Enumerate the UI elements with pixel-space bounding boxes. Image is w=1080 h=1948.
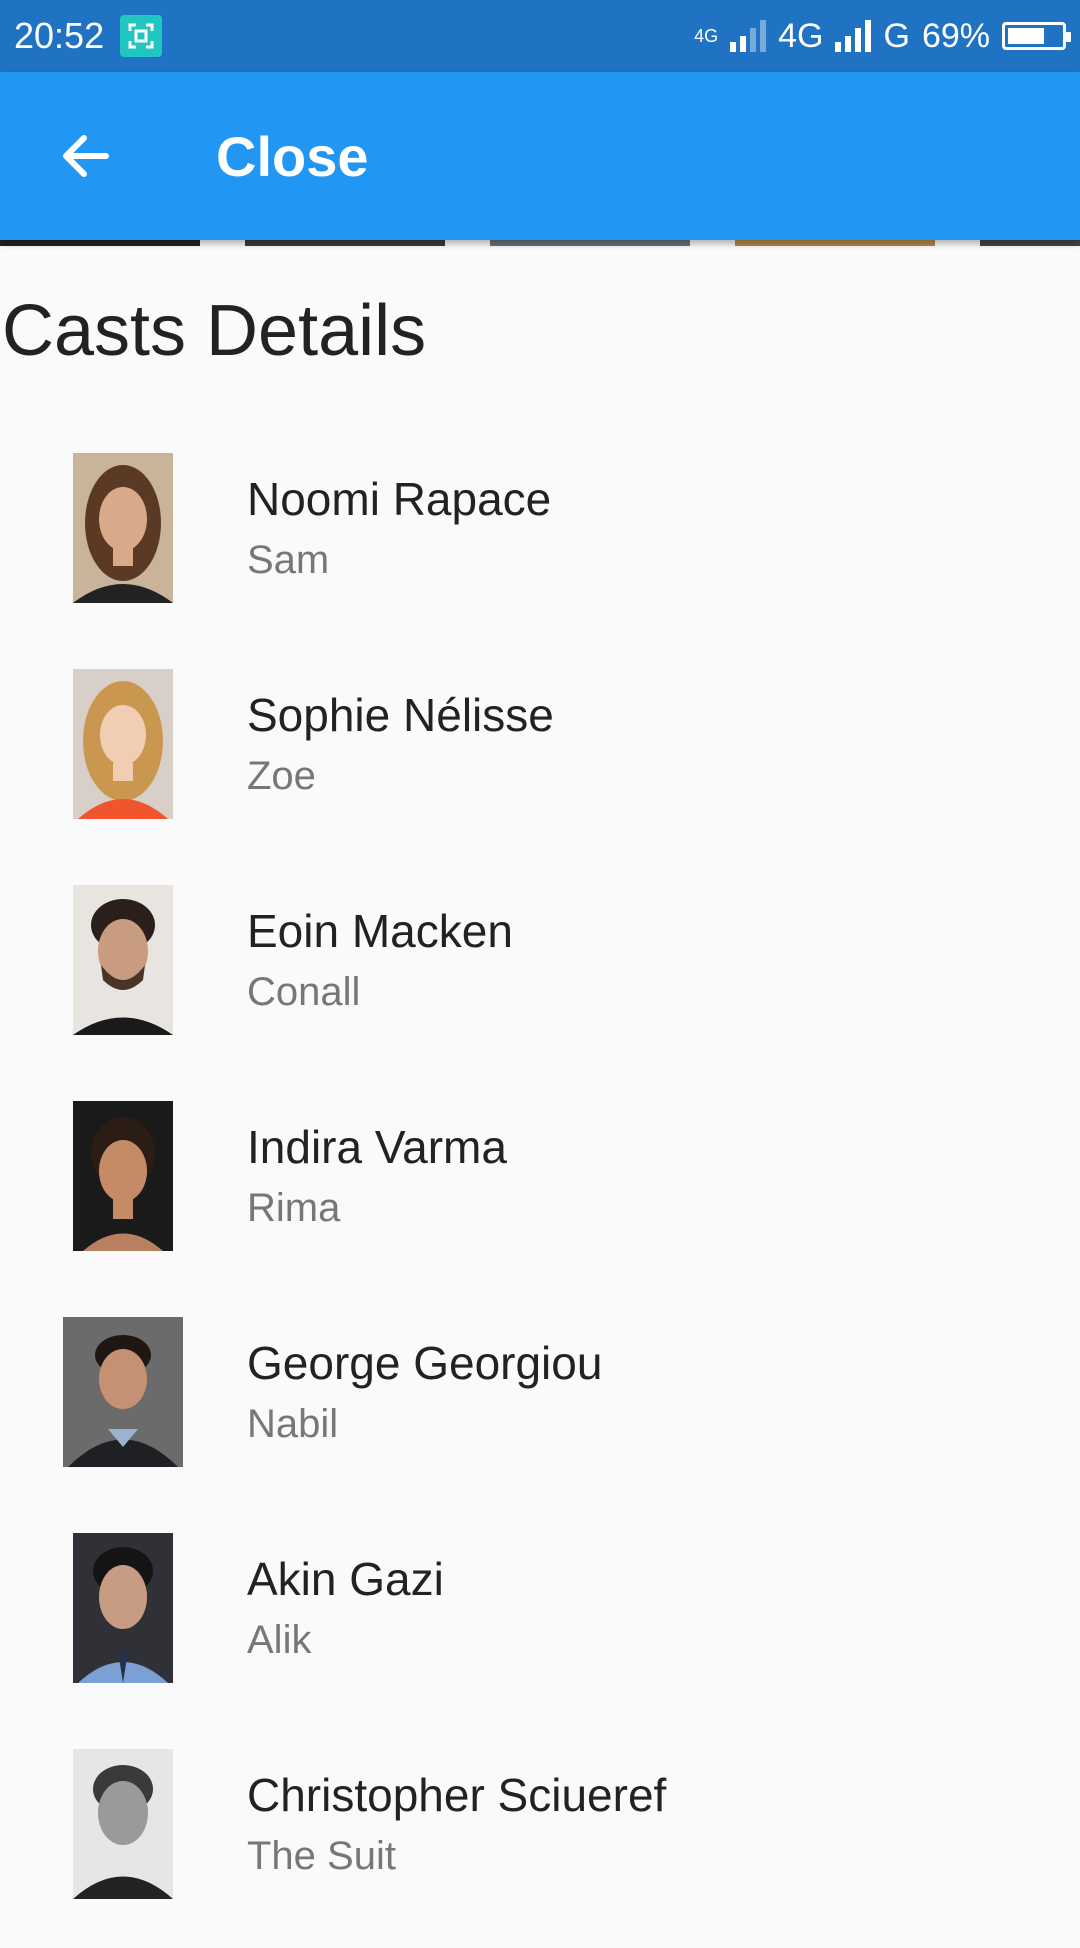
- cast-name: Christopher Sciueref: [247, 1769, 667, 1821]
- cast-name: Eoin Macken: [247, 905, 513, 957]
- cast-item[interactable]: Noomi Rapace Sam: [0, 436, 1080, 652]
- cast-character: Zoe: [247, 754, 316, 798]
- cast-name: Akin Gazi: [247, 1553, 444, 1605]
- cast-name: Noomi Rapace: [247, 473, 552, 525]
- arrow-back-icon: [63, 135, 109, 177]
- battery-percent: 69%: [921, 16, 990, 55]
- cast-photo: [73, 453, 173, 603]
- screenshot-icon: [120, 15, 163, 57]
- cast-photo: [73, 1533, 173, 1683]
- cast-photo: [73, 885, 173, 1035]
- app-bar: Close: [0, 72, 1080, 240]
- cast-item[interactable]: Indira Varma Rima: [0, 1084, 1080, 1300]
- cast-name: George Georgiou: [247, 1337, 603, 1389]
- cast-character: The Suit: [247, 1834, 396, 1878]
- section-title: Casts Details: [2, 291, 427, 371]
- signal-icon: [730, 20, 767, 52]
- cast-item[interactable]: Christopher Sciueref The Suit: [0, 1732, 1080, 1948]
- cast-photo: [73, 1101, 173, 1251]
- cast-item[interactable]: Eoin Macken Conall: [0, 868, 1080, 1084]
- back-button[interactable]: [24, 96, 144, 216]
- status-time: 20:52: [14, 15, 105, 56]
- cast-name: Indira Varma: [247, 1121, 507, 1173]
- cast-character: Nabil: [247, 1402, 339, 1446]
- cast-list: Noomi Rapace Sam Sophie Nélisse Zoe Eoin…: [0, 436, 1080, 1948]
- cast-photo: [73, 669, 173, 819]
- cast-name: Sophie Nélisse: [247, 689, 554, 741]
- cast-character: Sam: [247, 538, 330, 582]
- cast-character: Alik: [247, 1618, 312, 1662]
- network-g-label: G: [883, 16, 910, 55]
- cast-photo: [73, 1749, 173, 1899]
- app-title[interactable]: Close: [216, 124, 369, 189]
- status-bar: 20:52 4G 4G G 69%: [0, 0, 1080, 72]
- battery-icon: [1002, 22, 1071, 50]
- network-4g-label: 4G: [694, 25, 719, 46]
- signal-icon-2: [835, 20, 872, 52]
- cast-character: Rima: [247, 1186, 341, 1230]
- network-4g-label-2: 4G: [778, 16, 824, 55]
- cast-photo: [63, 1317, 183, 1467]
- cast-item[interactable]: George Georgiou Nabil: [0, 1300, 1080, 1516]
- cast-item[interactable]: Akin Gazi Alik: [0, 1516, 1080, 1732]
- cast-character: Conall: [247, 970, 361, 1014]
- cast-item[interactable]: Sophie Nélisse Zoe: [0, 652, 1080, 868]
